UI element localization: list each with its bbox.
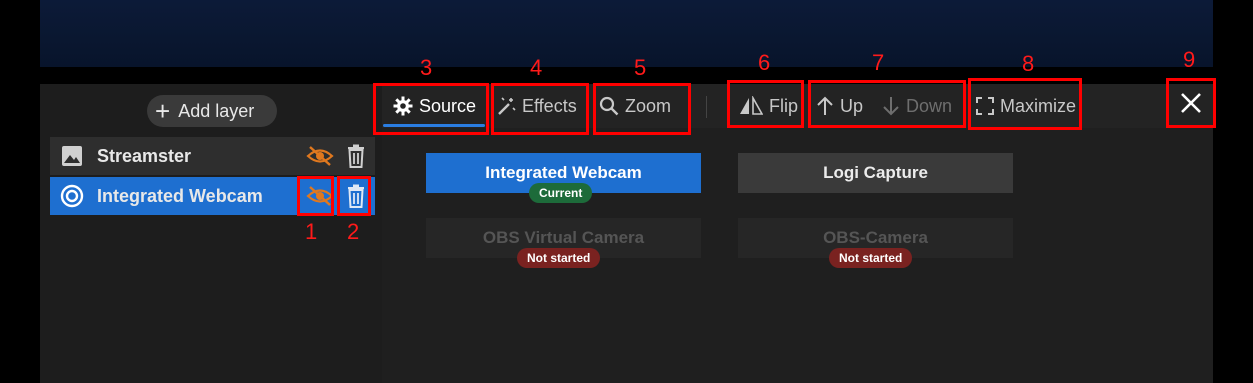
source-name: Integrated Webcam: [485, 163, 642, 182]
annotation-box-8: [968, 78, 1082, 130]
visibility-toggle-button[interactable]: [303, 139, 337, 173]
status-badge: Current: [529, 183, 593, 203]
plus-icon: +: [155, 96, 171, 126]
annotation-label-2: 2: [347, 219, 360, 244]
annotation-box-6: [727, 80, 804, 128]
video-preview: [40, 0, 1213, 67]
layer-sidebar: + Add layer Streamster Integrated Webcam: [40, 84, 382, 383]
layer-item-streamster[interactable]: Streamster: [50, 137, 375, 175]
annotation-label-7: 7: [872, 50, 885, 75]
annotation-label-6: 6: [758, 50, 771, 75]
add-layer-label: Add layer: [178, 100, 255, 121]
annotation-box-7: [808, 80, 966, 128]
layer-name: Streamster: [97, 145, 192, 166]
annotation-label-8: 8: [1022, 51, 1035, 76]
eye-off-icon: [306, 146, 334, 166]
image-icon: [60, 144, 84, 168]
source-name: OBS-Camera: [823, 228, 928, 247]
add-layer-button[interactable]: + Add layer: [147, 95, 277, 127]
delete-layer-button[interactable]: [339, 139, 373, 173]
annotation-box-1: [297, 176, 334, 216]
toolbar-divider: [706, 96, 707, 118]
source-name: OBS Virtual Camera: [482, 228, 645, 247]
status-badge: Not started: [829, 248, 913, 268]
source-item-logi-capture[interactable]: Logi Capture: [738, 153, 1013, 193]
annotation-label-1: 1: [305, 219, 318, 244]
trash-icon: [348, 144, 364, 168]
annotation-box-4: [491, 83, 589, 135]
annotation-label-9: 9: [1183, 47, 1196, 72]
status-text: Current: [539, 186, 583, 200]
source-list: Integrated Webcam Current Logi Capture O…: [382, 128, 1213, 383]
annotation-box-9: [1166, 78, 1216, 128]
status-text: Not started: [527, 251, 591, 265]
annotation-box-2: [337, 176, 371, 216]
annotation-label-5: 5: [634, 55, 647, 80]
status-badge: Not started: [517, 248, 601, 268]
annotation-box-3: [373, 83, 489, 135]
annotation-label-3: 3: [420, 55, 433, 80]
annotation-label-4: 4: [530, 55, 543, 80]
status-text: Not started: [839, 251, 903, 265]
layer-name: Integrated Webcam: [97, 185, 263, 206]
annotation-box-5: [593, 83, 691, 135]
source-name: Logi Capture: [823, 163, 928, 182]
webcam-circle-icon: [60, 184, 84, 208]
